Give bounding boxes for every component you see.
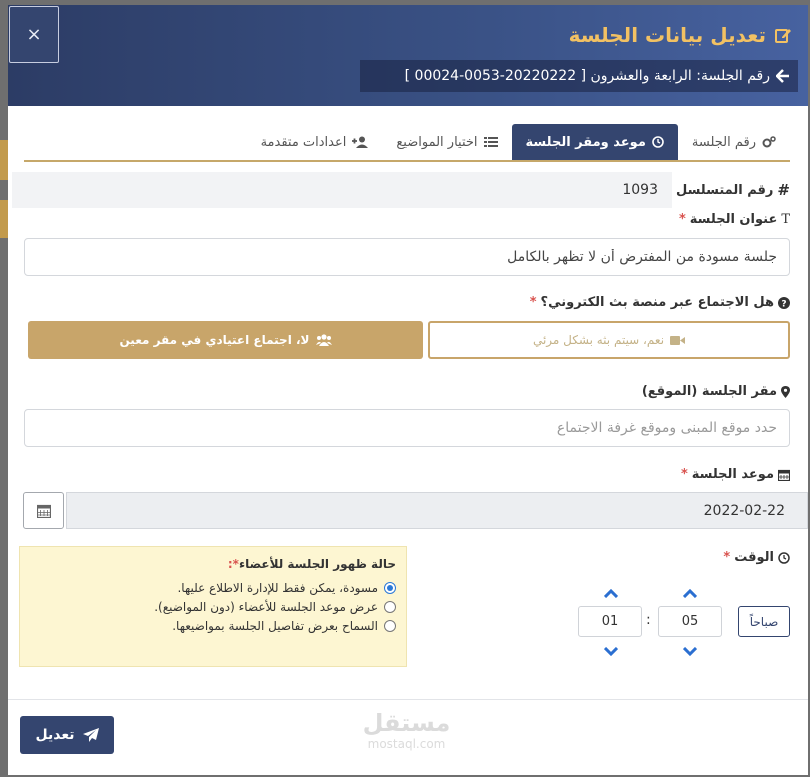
hours-input[interactable] xyxy=(658,606,722,637)
visibility-option-label: مسودة، يمكن فقط للإدارة الاطلاع عليها. xyxy=(177,581,378,595)
date-label: موعد الجلسة * xyxy=(681,467,790,482)
paper-plane-icon xyxy=(82,728,99,742)
hash-icon: # xyxy=(777,181,790,199)
close-icon[interactable]: × xyxy=(26,24,41,45)
edit-icon xyxy=(774,26,792,44)
calendar-icon xyxy=(778,469,790,481)
modal-title-text: تعديل بيانات الجلسة xyxy=(568,23,766,47)
submit-edit-button[interactable]: تعديل xyxy=(20,716,114,754)
clock-icon xyxy=(652,136,664,148)
am-pm-toggle-button[interactable]: صباحاً xyxy=(738,606,790,637)
broadcast-label-text: هل الاجتماع عبر منصة بث الكتروني؟ xyxy=(540,295,774,310)
minutes-up-button[interactable] xyxy=(601,586,621,600)
modal-title: تعديل بيانات الجلسة xyxy=(569,23,792,47)
date-label-text: موعد الجلسة xyxy=(691,467,774,482)
visibility-box: حالة ظهور الجلسة للأعضاء*: مسودة، يمكن ف… xyxy=(19,546,407,667)
broadcast-yes-button[interactable]: نعم، سيتم بثه بشكل مرئي xyxy=(428,321,790,359)
edit-session-modal: × تعديل بيانات الجلسة رقم الجلسة: الرابع… xyxy=(8,5,808,775)
tab-label: اعدادات متقدمة xyxy=(260,134,347,150)
session-number-bar: رقم الجلسة: الرابعة والعشرون [ 20220222-… xyxy=(360,60,798,92)
footer-divider xyxy=(8,699,808,700)
visibility-title: حالة ظهور الجلسة للأعضاء*: xyxy=(30,557,396,571)
tab-label: موعد ومقر الجلسة xyxy=(525,134,646,150)
serial-label: # رقم المتسلسل xyxy=(676,181,790,199)
broadcast-no-button[interactable]: لا، اجتماع اعتيادي في مقر معين xyxy=(28,321,423,359)
tab-label: اختيار المواضيع xyxy=(396,134,478,150)
visibility-option[interactable]: عرض موعد الجلسة للأعضاء (دون المواضيع). xyxy=(30,600,396,614)
backdrop-strip xyxy=(0,200,8,238)
submit-label: تعديل xyxy=(35,727,75,743)
chevron-down-icon[interactable] xyxy=(683,646,697,656)
location-input[interactable] xyxy=(24,409,790,447)
radio-button[interactable] xyxy=(384,620,396,632)
time-label: الوقت * xyxy=(723,550,790,565)
watermark-latin: mostaql.com xyxy=(367,737,446,751)
required-mark: * xyxy=(529,295,537,310)
visibility-option-label: عرض موعد الجلسة للأعضاء (دون المواضيع). xyxy=(154,600,378,614)
required-mark: *: xyxy=(227,557,239,571)
watermark: مستقل mostaql.com xyxy=(354,709,459,751)
visibility-option[interactable]: السماح بعرض تفاصيل الجلسة بمواضيعها. xyxy=(30,619,396,633)
session-title-label-text: عنوان الجلسة xyxy=(689,212,778,227)
minutes-down-button[interactable] xyxy=(601,644,621,658)
broadcast-no-label: لا، اجتماع اعتيادي في مقر معين xyxy=(119,333,310,347)
arrow-left-icon xyxy=(776,69,790,83)
tab-session-number[interactable]: رقم الجلسة xyxy=(678,124,790,160)
calendar-icon xyxy=(36,504,51,518)
session-title-label: T عنوان الجلسة * xyxy=(679,212,790,227)
video-camera-icon xyxy=(670,335,686,346)
text-icon: T xyxy=(781,212,790,227)
users-icon xyxy=(315,334,332,346)
minutes-input[interactable] xyxy=(578,606,642,637)
location-label: مقر الجلسة (الموقع) xyxy=(642,384,790,399)
session-number-text: رقم الجلسة: الرابعة والعشرون [ 20220222-… xyxy=(404,68,770,84)
tab-topics[interactable]: اختيار المواضيع xyxy=(382,124,511,160)
date-input[interactable]: 2022-02-22 xyxy=(66,492,808,529)
close-button[interactable]: × xyxy=(9,6,59,63)
chevron-up-icon[interactable] xyxy=(604,588,618,598)
tab-bar: رقم الجلسة موعد ومقر الجلسة اختيار الموا… xyxy=(24,124,790,162)
tab-label: رقم الجلسة xyxy=(691,134,756,150)
map-marker-icon xyxy=(781,385,790,398)
radio-button[interactable] xyxy=(384,601,396,613)
radio-button[interactable] xyxy=(384,582,396,594)
visibility-option-label: السماح بعرض تفاصيل الجلسة بمواضيعها. xyxy=(172,619,378,633)
required-mark: * xyxy=(678,212,686,227)
date-picker-button[interactable] xyxy=(23,492,64,529)
visibility-title-text: حالة ظهور الجلسة للأعضاء xyxy=(238,557,396,571)
question-circle-icon: ? xyxy=(778,296,790,309)
tab-date-location[interactable]: موعد ومقر الجلسة xyxy=(511,124,678,160)
serial-value: 1093 xyxy=(12,172,672,208)
required-mark: * xyxy=(680,467,688,482)
hours-up-button[interactable] xyxy=(680,586,700,600)
list-icon xyxy=(483,136,498,148)
chevron-up-icon[interactable] xyxy=(683,588,697,598)
clock-icon xyxy=(778,551,790,564)
modal-header: × تعديل بيانات الجلسة رقم الجلسة: الرابع… xyxy=(8,5,808,106)
svg-text:?: ? xyxy=(781,299,786,309)
time-label-text: الوقت xyxy=(734,550,774,565)
time-separator: : xyxy=(646,612,651,628)
chevron-down-icon[interactable] xyxy=(604,646,618,656)
required-mark: * xyxy=(723,550,731,565)
user-plus-icon xyxy=(352,136,369,148)
session-title-input[interactable] xyxy=(24,238,790,276)
hours-down-button[interactable] xyxy=(680,644,700,658)
visibility-option[interactable]: مسودة، يمكن فقط للإدارة الاطلاع عليها. xyxy=(30,581,396,595)
watermark-arabic: مستقل xyxy=(362,709,451,737)
location-label-text: مقر الجلسة (الموقع) xyxy=(641,384,777,399)
broadcast-label: ? هل الاجتماع عبر منصة بث الكتروني؟ * xyxy=(530,295,790,310)
serial-label-text: رقم المتسلسل xyxy=(675,182,774,198)
broadcast-yes-label: نعم، سيتم بثه بشكل مرئي xyxy=(532,333,665,347)
tab-advanced-settings[interactable]: اعدادات متقدمة xyxy=(247,124,383,160)
backdrop-strip xyxy=(0,140,8,180)
gears-icon xyxy=(762,136,776,148)
